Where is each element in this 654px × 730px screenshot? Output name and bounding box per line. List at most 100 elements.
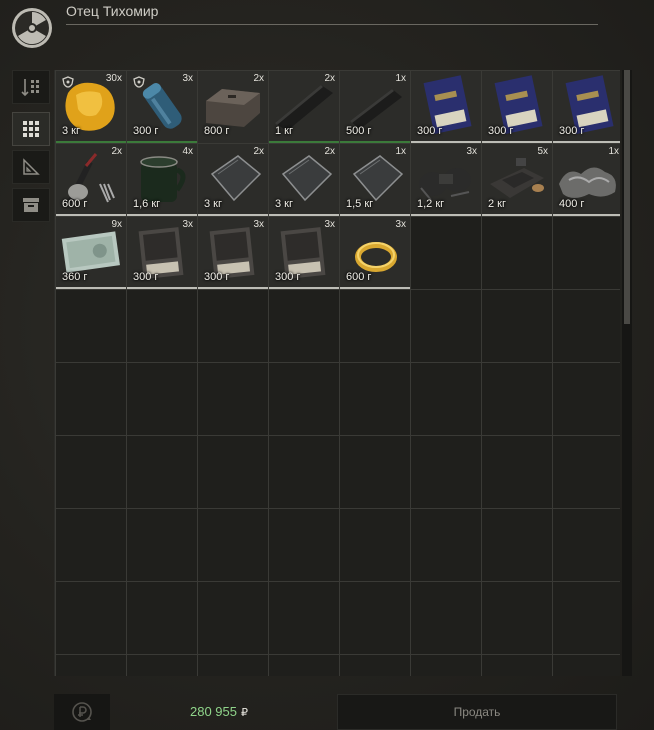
inventory-item-metal-scrap[interactable]: 1x 400 г (553, 144, 620, 216)
empty-slot[interactable] (56, 509, 126, 581)
inventory-item-black-case-small[interactable]: 1x 500 г (340, 71, 410, 143)
item-weight: 600 г (346, 271, 372, 283)
item-count: 2x (324, 146, 335, 157)
empty-slot[interactable] (553, 217, 620, 289)
item-weight: 500 г (346, 125, 372, 137)
empty-slot[interactable] (269, 655, 339, 676)
empty-slot[interactable] (198, 509, 268, 581)
empty-slot[interactable] (127, 655, 197, 676)
item-count: 4x (182, 146, 193, 157)
empty-slot[interactable] (553, 582, 620, 654)
empty-slot[interactable] (482, 655, 552, 676)
empty-slot[interactable] (411, 436, 481, 508)
inventory-item-notebook-blue[interactable]: 300 г (411, 71, 481, 143)
empty-slot[interactable] (553, 655, 620, 676)
item-weight: 2 кг (488, 198, 506, 210)
inventory-item-gold-ring[interactable]: 3x 600 г (340, 217, 410, 289)
refresh-button[interactable] (54, 694, 110, 730)
empty-slot[interactable] (482, 290, 552, 362)
scroll-thumb[interactable] (624, 70, 630, 324)
empty-slot[interactable] (127, 509, 197, 581)
empty-slot[interactable] (411, 217, 481, 289)
header: Отец Тихомир (0, 0, 654, 60)
inventory-item-black-case[interactable]: 2x 1 кг (269, 71, 339, 143)
empty-slot[interactable] (127, 363, 197, 435)
empty-slot[interactable] (269, 363, 339, 435)
empty-slot[interactable] (411, 655, 481, 676)
inventory-item-binoculars[interactable]: 3x 1,2 кг (411, 144, 481, 216)
inventory-item-amber-chunk[interactable]: 30x 3 кг (56, 71, 126, 143)
inventory-item-metal-box[interactable]: 2x 800 г (198, 71, 268, 143)
ruler-button[interactable] (12, 150, 50, 184)
item-weight: 3 кг (204, 198, 222, 210)
empty-slot[interactable] (340, 582, 410, 654)
inventory-item-blue-canister[interactable]: 3x 300 г (127, 71, 197, 143)
empty-slot[interactable] (411, 582, 481, 654)
archive-icon (23, 198, 39, 212)
empty-slot[interactable] (56, 436, 126, 508)
empty-slot[interactable] (127, 436, 197, 508)
item-count: 2x (253, 73, 264, 84)
item-weight: 600 г (62, 198, 88, 210)
empty-slot[interactable] (198, 655, 268, 676)
empty-slot[interactable] (127, 290, 197, 362)
empty-slot[interactable] (411, 509, 481, 581)
inventory-item-photo-card[interactable]: 3x 300 г (269, 217, 339, 289)
sell-button[interactable]: Продать (337, 694, 617, 730)
inventory-item-notebook-blue[interactable]: 300 г (553, 71, 620, 143)
empty-slot[interactable] (340, 509, 410, 581)
empty-slot[interactable] (482, 582, 552, 654)
item-weight: 300 г (275, 271, 301, 283)
inventory-item-photo-card[interactable]: 3x 300 г (198, 217, 268, 289)
inventory-item-banknotes[interactable]: 9x 360 г (56, 217, 126, 289)
grid-view-button[interactable] (12, 112, 50, 146)
footer: 280 955 ₽ Продать (0, 690, 654, 730)
inventory-item-glass-plate[interactable]: 1x 1,5 кг (340, 144, 410, 216)
inventory-item-glass-plate[interactable]: 2x 3 кг (269, 144, 339, 216)
empty-slot[interactable] (482, 509, 552, 581)
empty-slot[interactable] (56, 363, 126, 435)
inventory-item-notebook-blue[interactable]: 300 г (482, 71, 552, 143)
empty-slot[interactable] (269, 509, 339, 581)
inventory-item-photo-card[interactable]: 3x 300 г (127, 217, 197, 289)
item-weight: 360 г (62, 271, 88, 283)
item-count: 2x (253, 146, 264, 157)
inventory-item-glass-plate[interactable]: 2x 3 кг (198, 144, 268, 216)
empty-slot[interactable] (269, 582, 339, 654)
empty-slot[interactable] (340, 655, 410, 676)
empty-slot[interactable] (482, 217, 552, 289)
empty-slot[interactable] (56, 655, 126, 676)
empty-slot[interactable] (411, 290, 481, 362)
empty-slot[interactable] (127, 582, 197, 654)
inventory-item-brush-tools[interactable]: 2x 600 г (56, 144, 126, 216)
empty-slot[interactable] (56, 582, 126, 654)
item-weight: 300 г (204, 271, 230, 283)
empty-slot[interactable] (269, 290, 339, 362)
empty-slot[interactable] (553, 509, 620, 581)
scrollbar[interactable] (622, 70, 632, 676)
empty-slot[interactable] (553, 436, 620, 508)
empty-slot[interactable] (340, 363, 410, 435)
empty-slot[interactable] (198, 363, 268, 435)
empty-slot[interactable] (198, 290, 268, 362)
empty-slot[interactable] (198, 582, 268, 654)
empty-slot[interactable] (269, 436, 339, 508)
item-weight: 400 г (559, 198, 585, 210)
archive-button[interactable] (12, 188, 50, 222)
inventory-item-scale-device[interactable]: 5x 2 кг (482, 144, 552, 216)
empty-slot[interactable] (482, 363, 552, 435)
empty-slot[interactable] (482, 436, 552, 508)
empty-slot[interactable] (198, 436, 268, 508)
sort-button[interactable] (12, 70, 50, 104)
item-count: 1x (395, 73, 406, 84)
empty-slot[interactable] (56, 290, 126, 362)
item-weight: 1,6 кг (133, 198, 161, 210)
item-count: 9x (111, 219, 122, 230)
inventory-item-green-mug[interactable]: 4x 1,6 кг (127, 144, 197, 216)
empty-slot[interactable] (340, 436, 410, 508)
item-weight: 3 кг (62, 125, 80, 137)
empty-slot[interactable] (340, 290, 410, 362)
empty-slot[interactable] (553, 290, 620, 362)
empty-slot[interactable] (411, 363, 481, 435)
empty-slot[interactable] (553, 363, 620, 435)
